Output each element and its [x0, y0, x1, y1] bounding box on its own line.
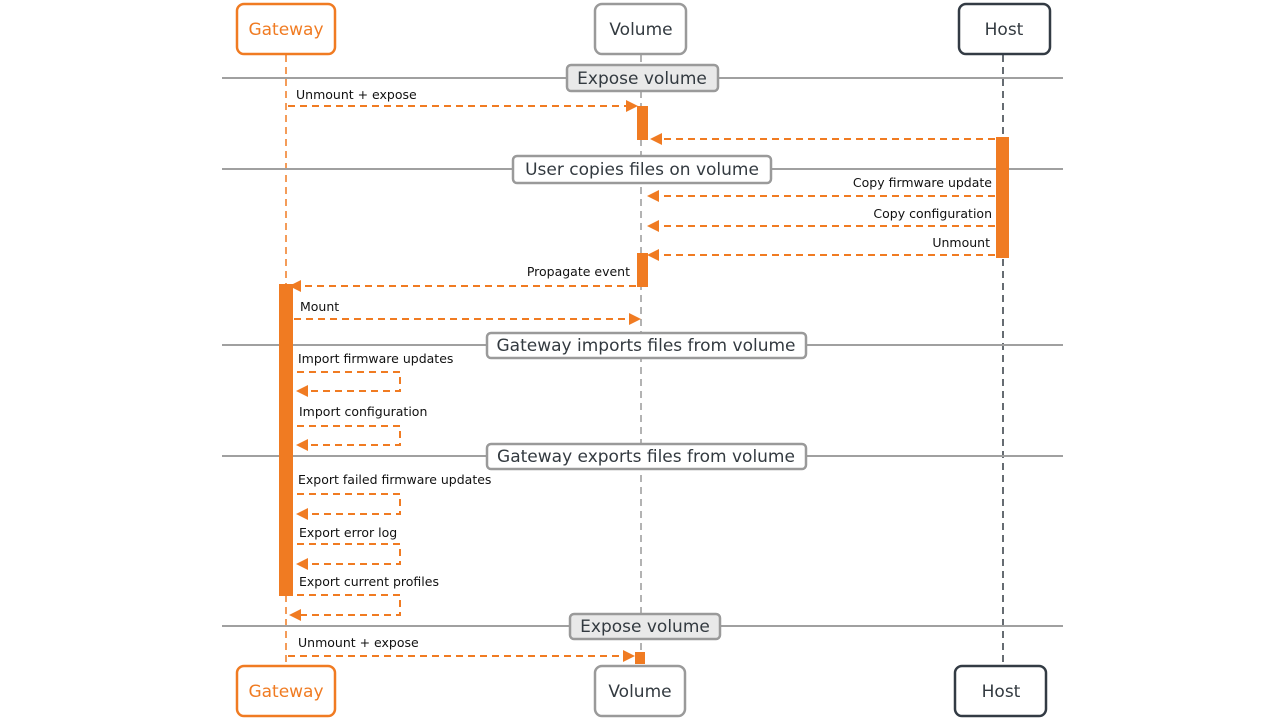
arrowhead-icon — [626, 100, 638, 112]
self-message-import-firmware-updates: Import firmware updates — [296, 351, 453, 397]
actor-label: Gateway — [248, 682, 323, 702]
arrowhead-icon — [647, 220, 659, 232]
message-label: Copy configuration — [873, 206, 992, 221]
activation-bar-volume — [637, 253, 648, 287]
arrowhead-icon — [296, 558, 308, 570]
actor-host-bottom[interactable]: Host — [953, 664, 1048, 718]
message-label: Import configuration — [299, 404, 427, 419]
message-label: Import firmware updates — [298, 351, 453, 366]
arrowhead-icon — [629, 313, 641, 325]
message-label: Mount — [300, 299, 339, 314]
arrowhead-icon — [296, 508, 308, 520]
self-message-export-error-log: Export error log — [296, 525, 401, 570]
actor-label: Volume — [609, 20, 672, 40]
message-host-to-volume — [650, 133, 995, 145]
message-propagate-event: Propagate event — [289, 264, 636, 292]
actor-volume-bottom[interactable]: Volume — [593, 664, 687, 718]
message-label: Propagate event — [527, 264, 630, 279]
actor-gateway-bottom[interactable]: Gateway — [235, 664, 337, 718]
group-label: Expose volume — [577, 69, 707, 89]
group-expose-volume: Expose volume — [565, 63, 720, 93]
actor-label: Volume — [608, 682, 671, 702]
message-label: Copy firmware update — [853, 175, 992, 190]
group-gateway-exports: Gateway exports files from volume — [485, 442, 808, 471]
activation-bar-host — [996, 137, 1009, 258]
actor-host-top[interactable]: Host — [957, 2, 1052, 56]
activation-bar-volume — [637, 106, 648, 140]
message-label: Unmount + expose — [296, 87, 417, 102]
arrowhead-icon — [647, 190, 659, 202]
arrowhead-icon — [289, 609, 301, 621]
actor-gateway-top[interactable]: Gateway — [235, 2, 337, 56]
message-label: Unmount + expose — [298, 635, 419, 650]
message-label: Export error log — [299, 525, 397, 540]
message-mount: Mount — [294, 299, 641, 325]
message-copy-configuration: Copy configuration — [647, 206, 995, 232]
message-unmount: Unmount — [647, 235, 995, 261]
arrowhead-icon — [296, 439, 308, 451]
arrowhead-icon — [647, 249, 659, 261]
self-message-export-failed-firmware-updates: Export failed firmware updates — [296, 472, 491, 520]
group-user-copies-files: User copies files on volume — [511, 154, 773, 185]
group-label: Expose volume — [580, 617, 710, 637]
activation-bar-gateway — [279, 284, 293, 596]
group-label: Gateway imports files from volume — [497, 336, 796, 356]
actor-label: Host — [985, 20, 1024, 40]
arrowhead-icon — [650, 133, 662, 145]
actor-volume-top[interactable]: Volume — [593, 2, 688, 56]
group-label: Gateway exports files from volume — [497, 447, 795, 467]
message-label: Export current profiles — [299, 574, 439, 589]
self-message-export-current-profiles: Export current profiles — [289, 574, 439, 621]
arrowhead-icon — [623, 650, 635, 662]
group-gateway-imports: Gateway imports files from volume — [485, 331, 808, 360]
group-expose-volume-final: Expose volume — [568, 612, 722, 641]
group-label: User copies files on volume — [525, 160, 759, 180]
message-label: Export failed firmware updates — [298, 472, 491, 487]
actor-label: Host — [982, 682, 1021, 702]
arrowhead-icon — [296, 385, 308, 397]
actor-label: Gateway — [248, 20, 323, 40]
activation-bar-volume — [635, 652, 645, 664]
sequence-diagram: Unmount + expose Copy firmware update Co… — [222, 2, 1063, 718]
self-message-import-configuration: Import configuration — [296, 404, 427, 451]
message-label: Unmount — [932, 235, 990, 250]
